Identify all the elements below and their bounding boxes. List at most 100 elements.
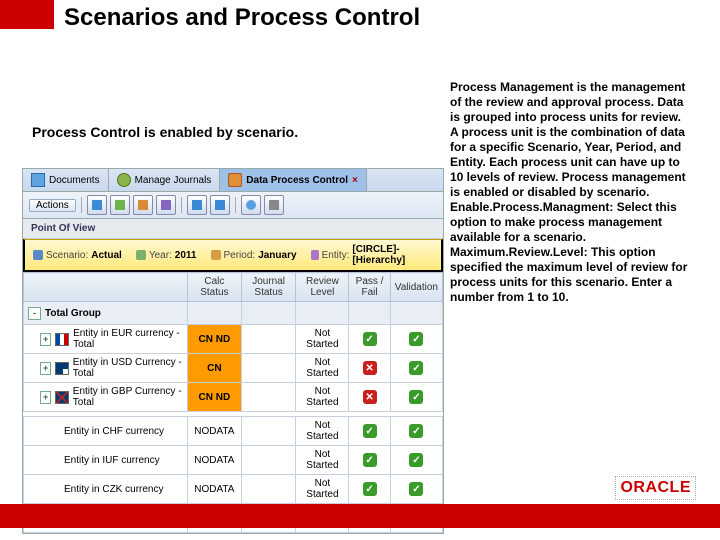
cell-review: Not Started <box>296 446 349 475</box>
row-label: Entity in USD Currency - Total <box>73 357 183 379</box>
table-row[interactable]: Entity in CHF currency NODATA Not Started ✓… <box>24 417 443 446</box>
check-icon: ✓ <box>363 482 377 496</box>
toolbar-button-5[interactable] <box>187 195 207 215</box>
flag-icon <box>55 391 69 404</box>
cell-journal <box>241 302 296 325</box>
check-icon: ✓ <box>409 482 423 496</box>
scenario-icon <box>33 250 43 260</box>
check-icon: ✓ <box>363 332 377 346</box>
cell-journal <box>241 354 296 383</box>
tab-manage-journals[interactable]: Manage Journals <box>109 169 221 191</box>
cell-passfail: ✓ <box>349 325 390 354</box>
database-icon <box>228 173 242 187</box>
collapse-icon[interactable]: - <box>28 307 41 320</box>
cell-calc: NODATA <box>188 417 242 446</box>
cell-passfail: ✕ <box>349 383 390 412</box>
row-label: Entity in CHF currency <box>64 426 164 437</box>
check-icon: ✓ <box>409 332 423 346</box>
app-screenshot: Documents Manage Journals Data Process C… <box>22 168 444 534</box>
col-name[interactable] <box>24 273 188 302</box>
tab-label: Data Process Control <box>246 175 348 186</box>
explanation-paragraph: Process Management is the management of … <box>450 80 690 305</box>
table-row[interactable]: +Entity in EUR currency - TotalCN NDNot … <box>24 325 443 354</box>
oracle-logo: ORACLE <box>615 476 696 500</box>
check-icon: ✓ <box>409 390 423 404</box>
cell-journal <box>241 446 296 475</box>
expand-icon[interactable]: + <box>40 391 51 404</box>
entity-icon <box>311 250 319 260</box>
check-icon: ✓ <box>363 453 377 467</box>
toolbar-button-1[interactable] <box>87 195 107 215</box>
expand-icon[interactable]: + <box>40 362 51 375</box>
table-row[interactable]: -Total Group <box>24 302 443 325</box>
check-icon: ✓ <box>409 424 423 438</box>
year-icon <box>136 250 146 260</box>
row-label: Entity in EUR currency - Total <box>73 328 183 350</box>
brand-accent <box>0 0 54 29</box>
col-review[interactable]: Review Level <box>296 273 349 302</box>
slide-title: Scenarios and Process Control <box>64 4 420 32</box>
cell-passfail: ✕ <box>349 354 390 383</box>
toolbar: Actions <box>23 192 443 219</box>
pov-title: Point Of View <box>23 219 443 239</box>
tab-data-process-control[interactable]: Data Process Control × <box>220 169 367 191</box>
process-grid: Calc Status Journal Status Review Level … <box>23 272 443 533</box>
cell-review: Not Started <box>296 383 349 412</box>
table-row[interactable]: Entity in IUF currencyNODATANot Started✓… <box>24 446 443 475</box>
gear-icon <box>117 173 131 187</box>
cell-review: Not Started <box>296 417 349 446</box>
col-calc[interactable]: Calc Status <box>188 273 242 302</box>
toolbar-button-8[interactable] <box>264 195 284 215</box>
cell-review: Not Started <box>296 475 349 504</box>
table-row[interactable]: +Entity in GBP Currency - TotalCN NDNot … <box>24 383 443 412</box>
table-row[interactable]: +Entity in USD Currency - TotalCNNot Sta… <box>24 354 443 383</box>
pov-period[interactable]: Period: January <box>207 243 301 267</box>
flag-icon <box>55 362 69 375</box>
cell-journal <box>241 417 296 446</box>
cell-calc: CN ND <box>188 325 242 354</box>
cross-icon: ✕ <box>363 361 377 375</box>
toolbar-button-6[interactable] <box>210 195 230 215</box>
header-row: Calc Status Journal Status Review Level … <box>24 273 443 302</box>
cell-journal <box>241 475 296 504</box>
toolbar-button-4[interactable] <box>156 195 176 215</box>
pov-year[interactable]: Year: 2011 <box>132 243 201 267</box>
cell-validation: ✓ <box>390 383 442 412</box>
cross-icon: ✕ <box>363 390 377 404</box>
cell-passfail: ✓ <box>349 446 390 475</box>
tab-label: Manage Journals <box>135 175 212 186</box>
documents-icon <box>31 173 45 187</box>
cell-validation: ✓ <box>390 475 442 504</box>
refresh-button[interactable] <box>241 195 261 215</box>
cell-calc: NODATA <box>188 475 242 504</box>
actions-menu[interactable]: Actions <box>29 199 76 212</box>
check-icon: ✓ <box>409 453 423 467</box>
expand-icon[interactable]: + <box>40 333 51 346</box>
close-icon[interactable]: × <box>352 175 358 186</box>
tab-documents[interactable]: Documents <box>23 169 109 191</box>
row-label: Total Group <box>45 308 101 319</box>
cell-journal <box>241 383 296 412</box>
row-label: Entity in CZK currency <box>64 484 163 495</box>
cell-validation: ✓ <box>390 325 442 354</box>
pov-bar: Scenario: Actual Year: 2011 Period: Janu… <box>23 239 443 272</box>
tab-strip: Documents Manage Journals Data Process C… <box>23 169 443 192</box>
footer-bar <box>0 504 720 528</box>
cell-validation <box>390 302 442 325</box>
check-icon: ✓ <box>363 424 377 438</box>
row-label: Entity in GBP Currency - Total <box>73 386 183 408</box>
toolbar-button-2[interactable] <box>110 195 130 215</box>
pov-scenario[interactable]: Scenario: Actual <box>29 243 126 267</box>
pov-entity[interactable]: Entity: [CIRCLE]-[Hierarchy] <box>307 243 437 267</box>
cell-passfail <box>349 302 390 325</box>
cell-calc: NODATA <box>188 446 242 475</box>
col-passfail[interactable]: Pass / Fail <box>349 273 390 302</box>
toolbar-button-3[interactable] <box>133 195 153 215</box>
slide-subtitle: Process Control is enabled by scenario. <box>32 124 298 140</box>
cell-review <box>296 302 349 325</box>
cell-passfail: ✓ <box>349 475 390 504</box>
table-row[interactable]: Entity in CZK currency NODATA Not Started ✓… <box>24 475 443 504</box>
col-journal[interactable]: Journal Status <box>241 273 296 302</box>
col-validation[interactable]: Validation <box>390 273 442 302</box>
check-icon: ✓ <box>409 361 423 375</box>
